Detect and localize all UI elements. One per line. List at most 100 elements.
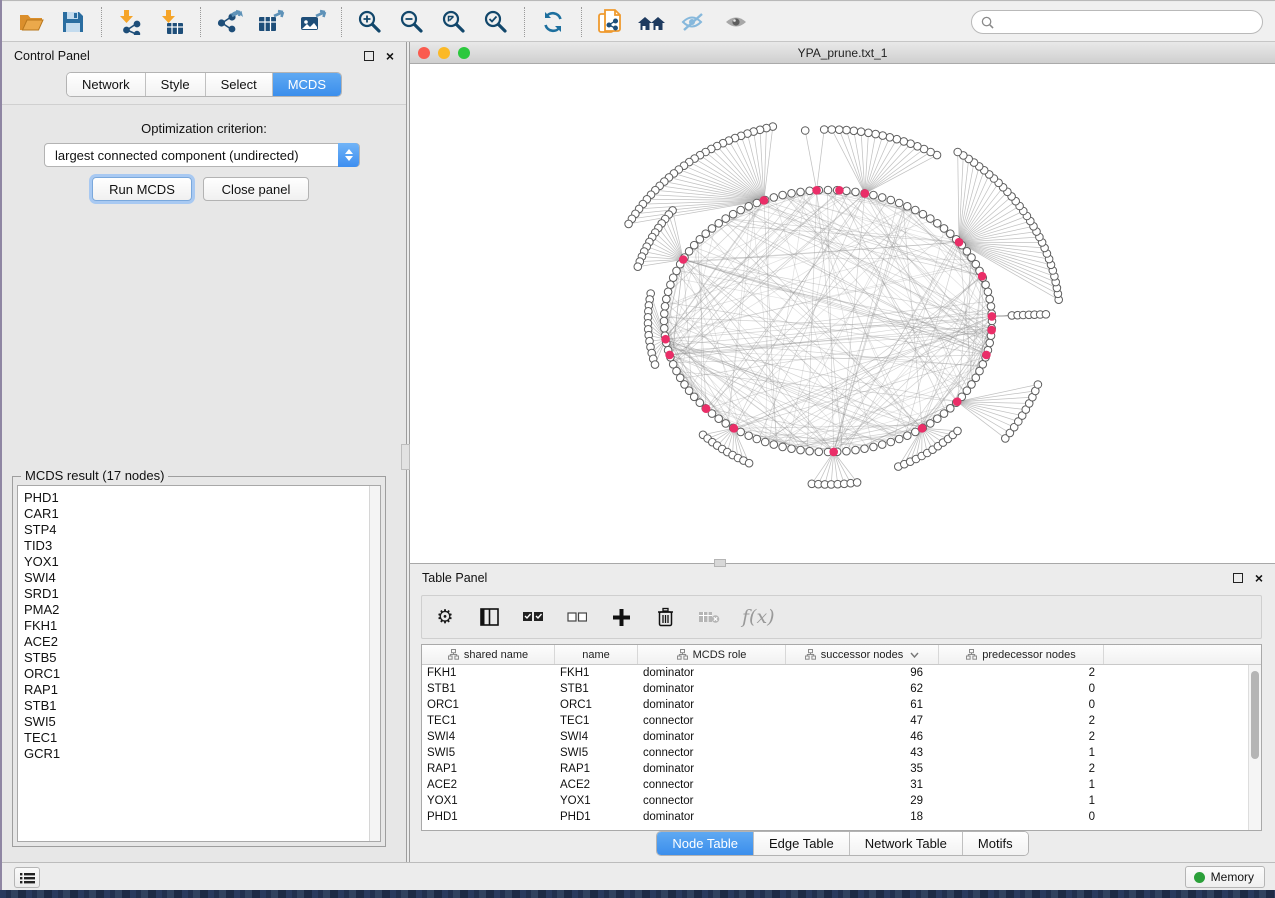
task-history-button[interactable] — [14, 867, 40, 888]
network-node[interactable] — [753, 435, 761, 443]
mcds-result-item[interactable]: STB5 — [24, 650, 380, 666]
network-node[interactable] — [835, 126, 843, 134]
close-panel-button[interactable]: Close panel — [203, 177, 309, 201]
tab-select[interactable]: Select — [206, 73, 273, 96]
network-node[interactable] — [886, 134, 894, 142]
mcds-node[interactable] — [730, 424, 739, 433]
network-node[interactable] — [940, 410, 948, 418]
network-node[interactable] — [770, 194, 778, 202]
select-all-columns-icon[interactable] — [522, 604, 544, 630]
mcds-node[interactable] — [665, 351, 674, 360]
network-node[interactable] — [663, 295, 671, 303]
zoom-out-icon[interactable] — [394, 6, 430, 38]
mcds-result-item[interactable]: STP4 — [24, 522, 380, 538]
network-node[interactable] — [828, 126, 836, 134]
network-node[interactable] — [887, 196, 895, 204]
network-node[interactable] — [690, 393, 698, 401]
mcds-node[interactable] — [978, 272, 987, 281]
network-node[interactable] — [887, 438, 895, 446]
import-table-icon[interactable] — [154, 6, 190, 38]
network-node[interactable] — [852, 446, 860, 454]
network-node[interactable] — [872, 130, 880, 138]
network-node[interactable] — [857, 128, 865, 136]
network-node[interactable] — [852, 188, 860, 196]
column-header-shared-name[interactable]: shared name — [422, 645, 555, 664]
mcds-node[interactable] — [835, 186, 844, 195]
network-node[interactable] — [984, 288, 992, 296]
network-node[interactable] — [927, 215, 935, 223]
network-from-selection-icon[interactable] — [592, 6, 628, 38]
network-node[interactable] — [940, 225, 948, 233]
network-node[interactable] — [761, 438, 769, 446]
network-node[interactable] — [870, 443, 878, 451]
first-neighbors-icon[interactable] — [634, 6, 670, 38]
optimization-criterion-select[interactable]: largest connected component (undirected) — [44, 143, 360, 167]
network-node[interactable] — [947, 230, 955, 238]
network-node[interactable] — [878, 194, 886, 202]
network-node[interactable] — [865, 129, 873, 137]
show-all-icon[interactable] — [718, 6, 754, 38]
network-node[interactable] — [947, 405, 955, 413]
mcds-result-item[interactable]: TEC1 — [24, 730, 380, 746]
float-table-panel-icon[interactable] — [1233, 573, 1243, 583]
save-session-icon[interactable] — [55, 6, 91, 38]
split-panel-icon[interactable] — [478, 604, 500, 630]
network-node[interactable] — [664, 288, 672, 296]
mcds-result-item[interactable]: TID3 — [24, 538, 380, 554]
refresh-layout-icon[interactable] — [535, 6, 571, 38]
network-node[interactable] — [986, 339, 994, 347]
search-input[interactable] — [1000, 15, 1253, 29]
mcds-result-item[interactable]: PHD1 — [24, 490, 380, 506]
network-node[interactable] — [770, 441, 778, 449]
tab-motifs[interactable]: Motifs — [963, 832, 1028, 855]
mcds-node[interactable] — [679, 255, 688, 264]
network-node[interactable] — [904, 203, 912, 211]
network-node[interactable] — [853, 479, 861, 487]
network-node[interactable] — [954, 427, 962, 435]
column-header-name[interactable]: name — [555, 645, 638, 664]
network-node[interactable] — [745, 203, 753, 211]
table-row[interactable]: RAP1RAP1dominator352 — [422, 761, 1248, 777]
table-row[interactable]: ORC1ORC1dominator610 — [422, 697, 1248, 713]
export-image-icon[interactable] — [295, 6, 331, 38]
mcds-list-scrollbar[interactable] — [369, 486, 380, 841]
network-node[interactable] — [843, 126, 851, 134]
column-options-gear-icon[interactable]: ⚙ — [434, 604, 456, 630]
mcds-node[interactable] — [861, 189, 870, 198]
network-node[interactable] — [661, 303, 669, 311]
mcds-result-item[interactable]: STB1 — [24, 698, 380, 714]
network-node[interactable] — [745, 459, 753, 467]
network-node[interactable] — [729, 210, 737, 218]
table-scrollbar[interactable] — [1248, 665, 1261, 830]
mcds-result-item[interactable]: CAR1 — [24, 506, 380, 522]
network-node[interactable] — [722, 420, 730, 428]
tab-edge-table[interactable]: Edge Table — [754, 832, 850, 855]
network-node[interactable] — [806, 187, 814, 195]
hide-selected-icon[interactable] — [676, 6, 712, 38]
zoom-in-icon[interactable] — [352, 6, 388, 38]
network-node[interactable] — [696, 399, 704, 407]
close-panel-icon[interactable]: × — [386, 51, 394, 61]
mcds-result-item[interactable]: FKH1 — [24, 618, 380, 634]
mcds-result-item[interactable]: SWI5 — [24, 714, 380, 730]
table-row[interactable]: SWI4SWI4dominator462 — [422, 729, 1248, 745]
network-node[interactable] — [982, 281, 990, 289]
tab-network[interactable]: Network — [67, 73, 146, 96]
network-node[interactable] — [893, 135, 901, 143]
network-node[interactable] — [788, 190, 796, 198]
memory-button[interactable]: Memory — [1185, 866, 1265, 888]
mcds-node[interactable] — [829, 448, 838, 457]
network-canvas[interactable] — [410, 64, 1275, 563]
network-node[interactable] — [878, 441, 886, 449]
network-node[interactable] — [912, 206, 920, 214]
column-header-successor-nodes[interactable]: successor nodes — [786, 645, 939, 664]
network-node[interactable] — [745, 432, 753, 440]
network-node[interactable] — [696, 236, 704, 244]
zoom-selected-icon[interactable] — [478, 6, 514, 38]
tab-style[interactable]: Style — [146, 73, 206, 96]
network-node[interactable] — [815, 448, 823, 456]
network-node[interactable] — [702, 230, 710, 238]
network-node[interactable] — [660, 317, 668, 325]
network-node[interactable] — [715, 415, 723, 423]
network-node[interactable] — [779, 191, 787, 199]
